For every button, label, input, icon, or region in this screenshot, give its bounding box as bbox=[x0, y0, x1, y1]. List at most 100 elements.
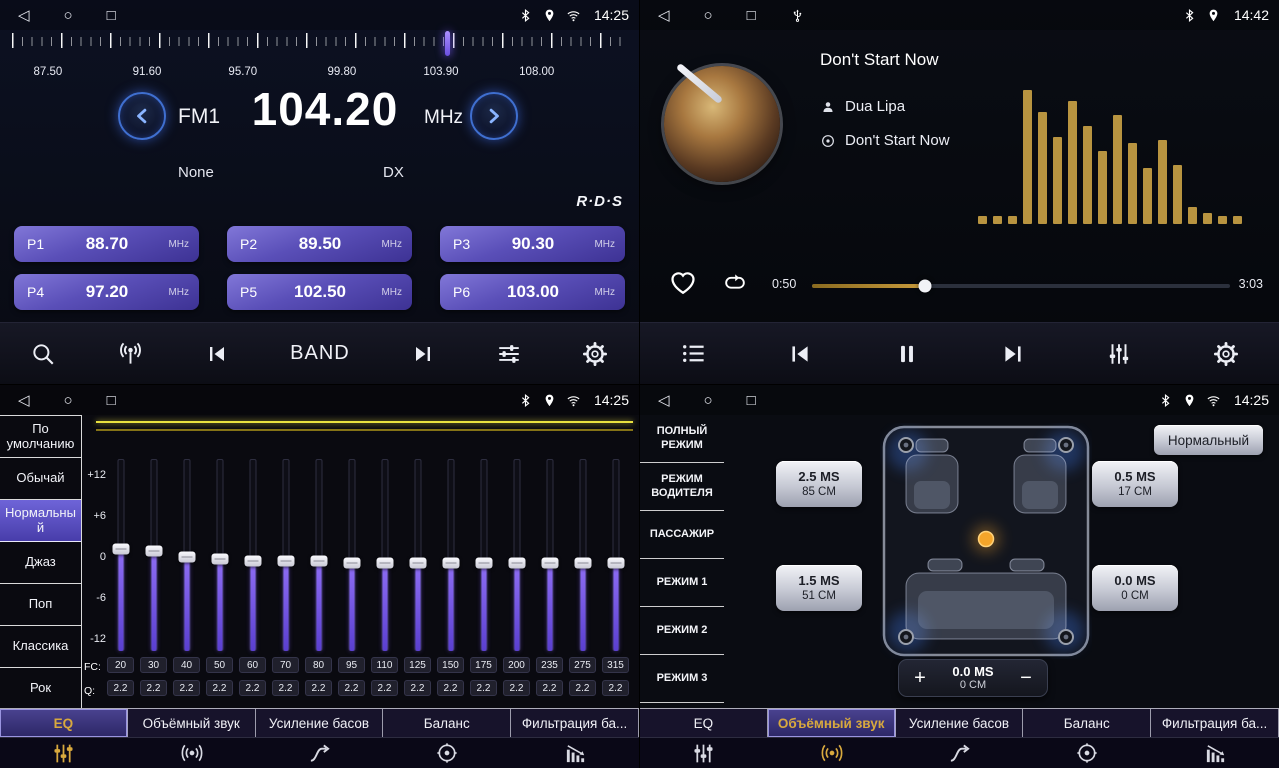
recents-icon[interactable]: □ bbox=[747, 392, 756, 409]
listening-mode-item[interactable]: РЕЖИМ 3 bbox=[640, 655, 724, 703]
sound-tab[interactable]: Фильтрация ба... bbox=[1151, 709, 1279, 737]
bass-boost-icon[interactable] bbox=[896, 742, 1024, 765]
front-right-delay-button[interactable]: 0.5 MS 17 CM bbox=[1092, 461, 1178, 507]
eq-slider-handle[interactable] bbox=[112, 544, 129, 555]
eq-band-slider[interactable] bbox=[137, 459, 170, 651]
eq-band-slider[interactable] bbox=[104, 459, 137, 651]
sound-tab[interactable]: Усиление басов bbox=[896, 709, 1024, 737]
eq-preset-item[interactable]: Рок bbox=[0, 668, 81, 710]
settings-button[interactable] bbox=[582, 341, 608, 367]
sound-tab[interactable]: Объёмный звук bbox=[768, 709, 896, 737]
eq-band-slider[interactable] bbox=[335, 459, 368, 651]
delay-decrease-button[interactable]: − bbox=[1005, 668, 1047, 688]
prev-track-button[interactable] bbox=[787, 341, 813, 367]
eq-band-slider[interactable] bbox=[269, 459, 302, 651]
eq-band-slider[interactable] bbox=[533, 459, 566, 651]
eq-slider-handle[interactable] bbox=[343, 557, 360, 568]
eq-slider-handle[interactable] bbox=[541, 557, 558, 568]
favorite-button[interactable] bbox=[668, 266, 700, 298]
back-icon[interactable]: ◁ bbox=[658, 6, 670, 24]
eq-slider-handle[interactable] bbox=[178, 551, 195, 562]
eq-band-slider[interactable] bbox=[566, 459, 599, 651]
sound-tab[interactable]: EQ bbox=[640, 709, 768, 737]
seat-map[interactable] bbox=[880, 423, 1092, 659]
rear-right-delay-button[interactable]: 0.0 MS 0 CM bbox=[1092, 565, 1178, 611]
eq-slider-handle[interactable] bbox=[244, 555, 261, 566]
eq-band-slider[interactable] bbox=[302, 459, 335, 651]
eq-band-slider[interactable] bbox=[599, 459, 632, 651]
tune-down-button[interactable] bbox=[118, 92, 166, 140]
preset-button[interactable]: P4 97.20 MHz bbox=[14, 274, 199, 310]
eq-preset-item[interactable]: Классика bbox=[0, 626, 81, 668]
eq-band-slider[interactable] bbox=[170, 459, 203, 651]
prev-station-button[interactable] bbox=[205, 342, 229, 366]
next-track-button[interactable] bbox=[1000, 341, 1026, 367]
surround-icon[interactable] bbox=[768, 742, 896, 764]
sound-tab[interactable]: EQ bbox=[0, 709, 128, 737]
eq-settings-button[interactable] bbox=[496, 341, 522, 367]
filter-icon[interactable] bbox=[511, 742, 639, 765]
listening-mode-item[interactable]: РЕЖИМ 1 bbox=[640, 559, 724, 607]
delay-increase-button[interactable]: + bbox=[899, 668, 941, 688]
home-icon[interactable]: ○ bbox=[704, 7, 713, 24]
next-station-button[interactable] bbox=[411, 342, 435, 366]
back-icon[interactable]: ◁ bbox=[18, 6, 30, 24]
tune-up-button[interactable] bbox=[470, 92, 518, 140]
eq-band-slider[interactable] bbox=[368, 459, 401, 651]
recents-icon[interactable]: □ bbox=[107, 7, 116, 24]
eq-band-slider[interactable] bbox=[434, 459, 467, 651]
sound-preset-button[interactable]: Нормальный bbox=[1154, 425, 1263, 455]
mixer-button[interactable] bbox=[1106, 341, 1132, 367]
balance-icon[interactable] bbox=[1023, 742, 1151, 764]
recents-icon[interactable]: □ bbox=[107, 392, 116, 409]
listening-mode-item[interactable]: РЕЖИМ ВОДИТЕЛЯ bbox=[640, 463, 724, 511]
front-left-delay-button[interactable]: 2.5 MS 85 CM bbox=[776, 461, 862, 507]
listening-mode-item[interactable]: ПАССАЖИР bbox=[640, 511, 724, 559]
eq-slider-handle[interactable] bbox=[442, 557, 459, 568]
listening-mode-item[interactable]: РЕЖИМ 2 bbox=[640, 607, 724, 655]
eq-preset-item[interactable]: По умолчанию bbox=[0, 416, 81, 458]
progress-bar[interactable] bbox=[812, 284, 1230, 288]
listening-mode-item[interactable]: ПОЛНЫЙ РЕЖИМ bbox=[640, 415, 724, 463]
eq-band-slider[interactable] bbox=[500, 459, 533, 651]
sound-tab[interactable]: Усиление басов bbox=[256, 709, 384, 737]
search-button[interactable] bbox=[30, 341, 56, 367]
eq-slider-handle[interactable] bbox=[508, 557, 525, 568]
sound-tab[interactable]: Фильтрация ба... bbox=[511, 709, 639, 737]
filter-icon[interactable] bbox=[1151, 742, 1279, 765]
equalizer-icon[interactable] bbox=[0, 742, 128, 765]
eq-band-slider[interactable] bbox=[236, 459, 269, 651]
sound-tab[interactable]: Баланс bbox=[383, 709, 511, 737]
equalizer-icon[interactable] bbox=[640, 742, 768, 765]
rear-left-delay-button[interactable]: 1.5 MS 51 CM bbox=[776, 565, 862, 611]
eq-preset-item[interactable]: Нормальный bbox=[0, 500, 81, 542]
eq-slider-handle[interactable] bbox=[277, 555, 294, 566]
eq-preset-item[interactable]: Обычай bbox=[0, 458, 81, 500]
settings-button[interactable] bbox=[1213, 341, 1239, 367]
back-icon[interactable]: ◁ bbox=[658, 391, 670, 409]
sound-tab[interactable]: Баланс bbox=[1023, 709, 1151, 737]
eq-slider-handle[interactable] bbox=[376, 557, 393, 568]
bass-boost-icon[interactable] bbox=[256, 742, 384, 765]
preset-button[interactable]: P5 102.50 MHz bbox=[227, 274, 412, 310]
playlist-button[interactable] bbox=[680, 340, 707, 367]
preset-button[interactable]: P6 103.00 MHz bbox=[440, 274, 625, 310]
eq-slider-handle[interactable] bbox=[475, 557, 492, 568]
progress-knob[interactable] bbox=[918, 280, 931, 293]
surround-icon[interactable] bbox=[128, 742, 256, 764]
balance-icon[interactable] bbox=[383, 742, 511, 764]
eq-slider-handle[interactable] bbox=[607, 557, 624, 568]
band-button[interactable]: BAND bbox=[290, 342, 350, 365]
home-icon[interactable]: ○ bbox=[64, 392, 73, 409]
eq-slider-handle[interactable] bbox=[145, 546, 162, 557]
eq-slider-handle[interactable] bbox=[310, 555, 327, 566]
eq-preset-item[interactable]: Поп bbox=[0, 584, 81, 626]
repeat-button[interactable] bbox=[720, 269, 752, 295]
home-icon[interactable]: ○ bbox=[64, 7, 73, 24]
tuning-indicator[interactable] bbox=[445, 31, 450, 56]
eq-band-slider[interactable] bbox=[401, 459, 434, 651]
eq-slider-handle[interactable] bbox=[574, 557, 591, 568]
back-icon[interactable]: ◁ bbox=[18, 391, 30, 409]
scan-button[interactable] bbox=[117, 340, 144, 367]
eq-slider-handle[interactable] bbox=[211, 553, 228, 564]
